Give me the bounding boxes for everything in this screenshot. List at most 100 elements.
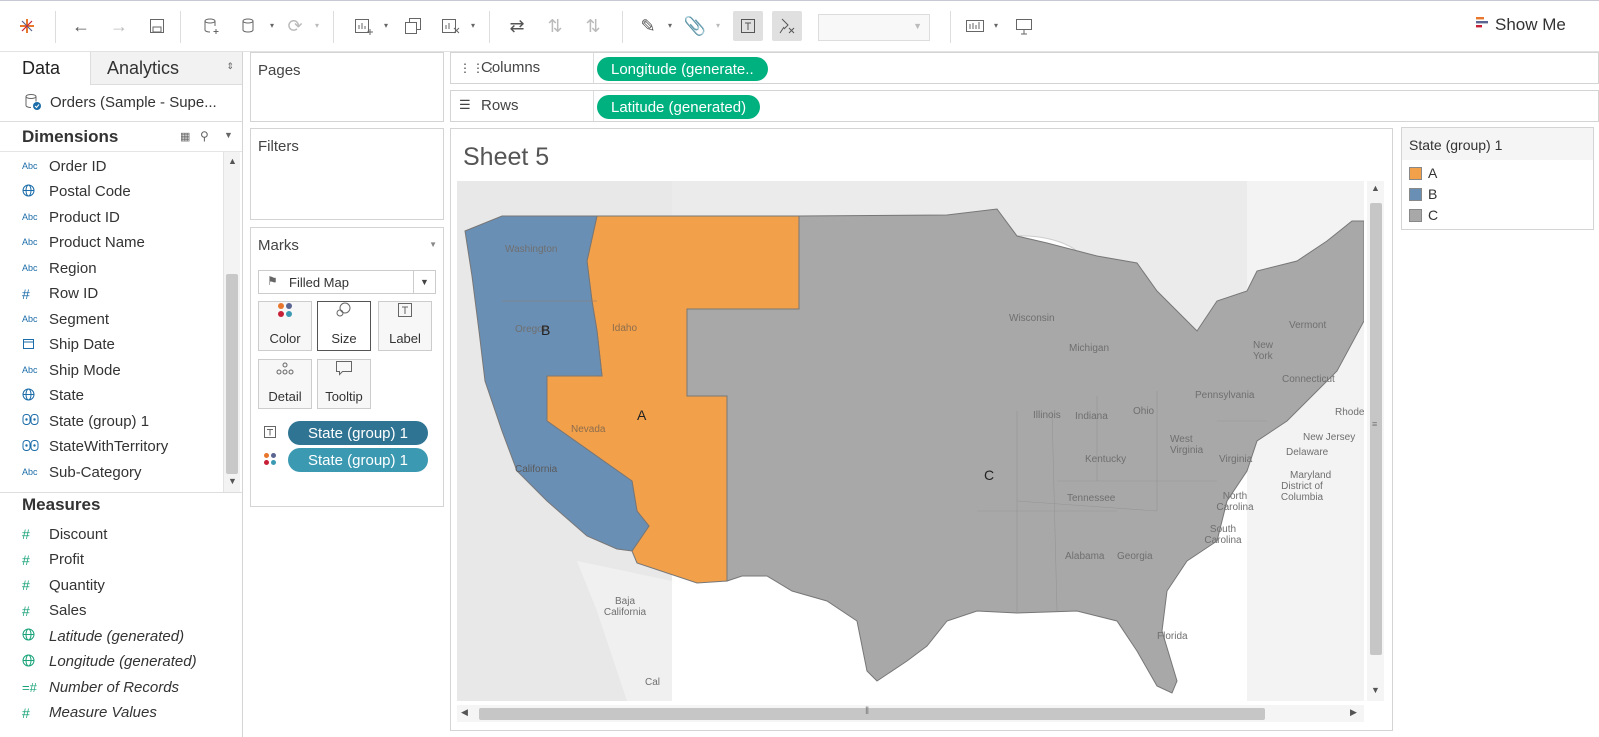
new-worksheet-icon[interactable] (349, 11, 379, 41)
dimension-field[interactable]: Abc Segment (22, 307, 109, 331)
measure-field[interactable]: Latitude (generated) (22, 624, 184, 648)
dimension-field[interactable]: StateWithTerritory (22, 435, 168, 459)
dimension-field-name: StateWithTerritory (49, 438, 169, 455)
data-pane: Data Analytics ⇕ Orders (Sample - Supe..… (0, 52, 243, 737)
tab-data[interactable]: Data (0, 52, 90, 85)
chevron-down-icon[interactable]: ▾ (668, 21, 676, 30)
sort-ascending-icon[interactable]: ⇅ (540, 11, 570, 41)
save-icon[interactable] (142, 11, 172, 41)
dimension-field[interactable]: Ship Date (22, 333, 115, 357)
chevron-down-icon[interactable]: ▼ (413, 271, 435, 293)
scroll-down-icon[interactable]: ▼ (228, 476, 237, 486)
scroll-up-icon[interactable]: ▲ (228, 156, 237, 166)
chevron-down-icon[interactable]: ▼ (429, 240, 437, 249)
measure-field[interactable]: # Quantity (22, 573, 105, 597)
chevron-down-icon[interactable]: ▾ (315, 21, 323, 30)
sort-descending-icon[interactable]: ⇅ (578, 11, 608, 41)
dimensions-scrollbar[interactable]: ▲ ▼ (223, 152, 240, 492)
chevron-down-icon[interactable]: ▾ (384, 21, 392, 30)
dimension-field[interactable]: Abc Region (22, 256, 97, 280)
show-me-button[interactable]: Show Me (1475, 15, 1566, 35)
measure-field[interactable]: =# Number of Records (22, 675, 179, 699)
dimension-field[interactable]: Abc Product ID (22, 205, 120, 229)
measure-field[interactable]: Longitude (generated) (22, 650, 197, 674)
marks-pill-label[interactable]: State (group) 1 (288, 421, 428, 445)
rows-label: Rows (481, 97, 519, 114)
search-icon[interactable]: ⚲ (200, 129, 209, 143)
filters-card[interactable]: Filters (250, 128, 444, 220)
columns-shelf[interactable]: ⋮⋮⋮ Columns Longitude (generate.. (450, 52, 1599, 84)
dimension-field[interactable]: Postal Code (22, 180, 131, 204)
tooltip-button[interactable]: Tooltip (317, 359, 371, 409)
duplicate-icon[interactable] (398, 11, 428, 41)
pause-updates-icon[interactable] (234, 11, 264, 41)
dimension-field[interactable]: Abc Sub-Category (22, 460, 142, 484)
legend-item-a[interactable]: A (1409, 165, 1437, 181)
size-icon (335, 302, 353, 323)
sheet-title: Sheet 5 (463, 143, 550, 171)
presentation-mode-icon[interactable] (1009, 11, 1039, 41)
chevron-down-icon[interactable]: ▼ (224, 130, 233, 140)
map-vertical-scrollbar[interactable]: ▲ ≡ ▼ (1367, 181, 1384, 701)
marks-pill-color[interactable]: State (group) 1 (288, 448, 428, 472)
fix-axes-icon[interactable] (772, 11, 802, 41)
dimension-field[interactable]: # Row ID (22, 282, 98, 306)
map-horizontal-scrollbar[interactable]: ◀ ‖ ▶ (457, 705, 1364, 722)
legend-item-b[interactable]: B (1409, 186, 1437, 202)
dimension-field[interactable]: State (group) 1 (22, 409, 149, 433)
scrollbar-thumb[interactable]: ≡ (1370, 203, 1382, 655)
dimension-field[interactable]: Abc Ship Mode (22, 358, 121, 382)
dimension-field[interactable]: Abc Order ID (22, 154, 107, 178)
measure-field[interactable]: # Profit (22, 548, 84, 572)
data-source-row[interactable]: Orders (Sample - Supe... (0, 85, 242, 122)
columns-pill[interactable]: Longitude (generate.. (597, 57, 768, 81)
fit-dropdown[interactable]: ▼ (818, 14, 930, 41)
map-label-ohio: Ohio (1133, 406, 1155, 417)
map-label-michigan: Michigan (1069, 343, 1110, 354)
show-hide-cards-icon[interactable] (960, 11, 990, 41)
label-button[interactable]: Label (378, 301, 432, 351)
refresh-icon[interactable]: ⟳ (280, 11, 310, 41)
measure-field[interactable]: # Measure Values (22, 701, 157, 725)
measure-field[interactable]: # Discount (22, 522, 107, 546)
show-mark-labels-icon[interactable] (733, 11, 763, 41)
chevron-down-icon[interactable]: ▾ (270, 21, 278, 30)
size-button[interactable]: Size (317, 301, 371, 351)
map-canvas[interactable]: Washington Oregon Idaho Nevada Californi… (457, 181, 1364, 701)
mark-type-dropdown[interactable]: ⚑ Filled Map ▼ (258, 270, 436, 294)
undo-icon[interactable]: ← (66, 11, 96, 41)
rows-shelf[interactable]: ☰ Rows Latitude (generated) (450, 90, 1599, 122)
scroll-down-icon[interactable]: ▼ (1371, 685, 1380, 695)
detail-label: Detail (268, 389, 302, 404)
pages-card[interactable]: Pages (250, 52, 444, 122)
tab-analytics[interactable]: Analytics ⇕ (90, 52, 242, 85)
new-data-source-icon[interactable] (196, 11, 226, 41)
scroll-right-icon[interactable]: ▶ (1350, 707, 1357, 718)
dimension-field-name: Product Name (49, 234, 145, 251)
tableau-logo-icon[interactable] (12, 11, 42, 41)
chevron-down-icon[interactable]: ▾ (716, 21, 724, 30)
dimension-field-name: Region (49, 259, 97, 277)
rows-pill[interactable]: Latitude (generated) (597, 95, 761, 119)
detail-button[interactable]: Detail (258, 359, 312, 409)
region-label-a: A (637, 407, 647, 423)
highlight-icon[interactable]: ✎ (633, 11, 663, 41)
dimension-field[interactable]: Abc Product Name (22, 231, 145, 255)
scrollbar-thumb[interactable]: ‖ (479, 706, 1265, 720)
scrollbar-thumb[interactable] (226, 274, 238, 474)
scroll-up-icon[interactable]: ▲ (1371, 183, 1380, 193)
scroll-left-icon[interactable]: ◀ (461, 707, 468, 718)
dimension-field[interactable]: State (22, 384, 84, 408)
chevron-down-icon[interactable]: ▾ (994, 21, 1002, 30)
legend-swatch (1409, 208, 1422, 222)
tooltip-icon (335, 360, 353, 381)
group-members-icon[interactable]: 📎 (680, 11, 710, 41)
color-button[interactable]: Color (258, 301, 312, 351)
measure-field[interactable]: # Sales (22, 599, 87, 623)
chevron-down-icon[interactable]: ▾ (471, 21, 479, 30)
legend-item-c[interactable]: C (1409, 207, 1438, 223)
redo-icon[interactable]: → (104, 11, 134, 41)
clear-sheet-icon[interactable] (436, 11, 466, 41)
view-list-icon[interactable]: ▦ (180, 130, 190, 143)
swap-rows-columns-icon[interactable]: ⇄ (502, 11, 532, 41)
